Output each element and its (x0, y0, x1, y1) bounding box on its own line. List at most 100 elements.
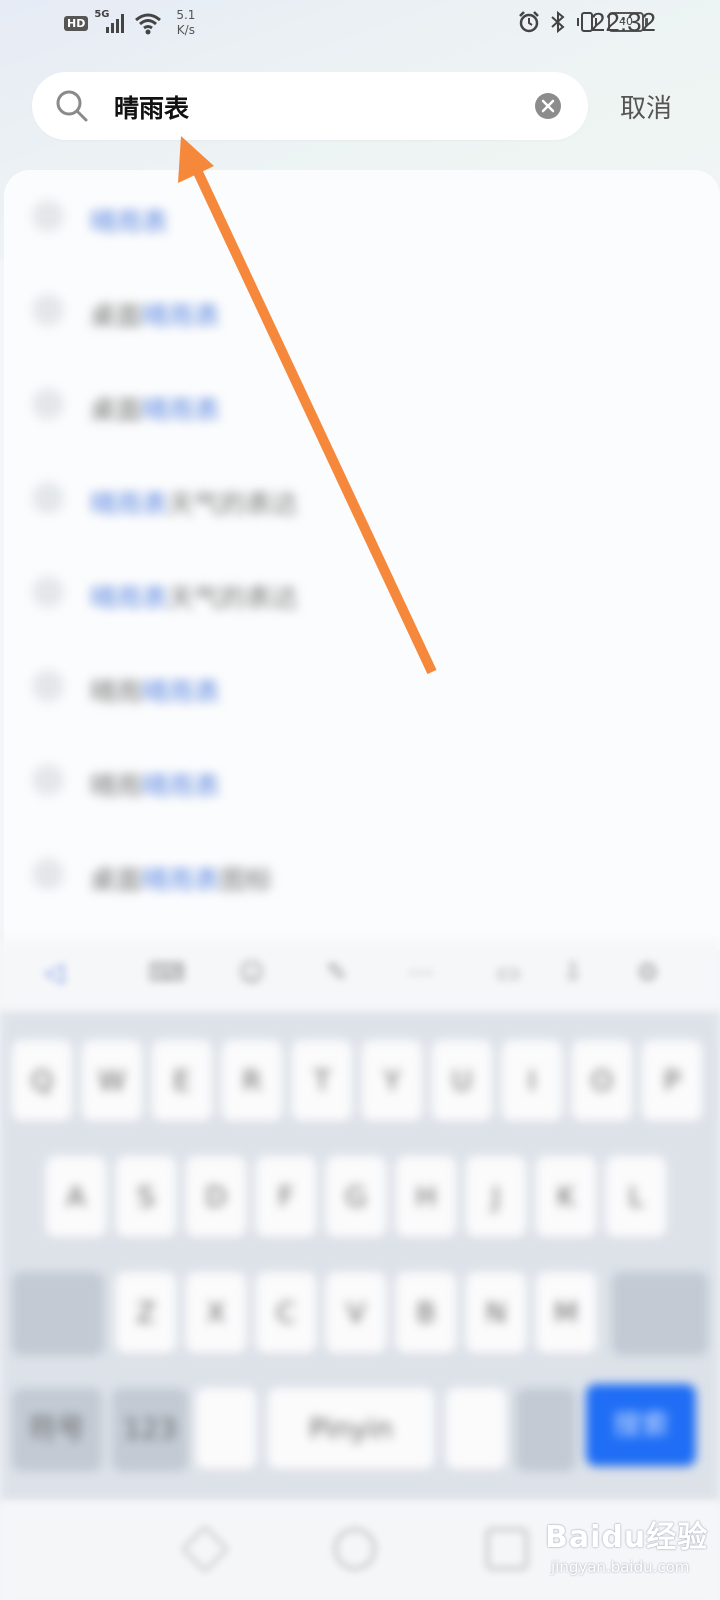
key-m[interactable]: M (536, 1272, 596, 1354)
key-h[interactable]: H (396, 1156, 456, 1238)
key-i[interactable]: I (502, 1040, 562, 1122)
numeric-key[interactable]: 123 (112, 1388, 188, 1470)
suggestion-prefix: 桌面 (90, 302, 143, 332)
search-key[interactable]: 搜索 (586, 1384, 696, 1466)
suggestion-suffix: 天气的表达 (168, 584, 299, 614)
toolbar-icon-4[interactable]: ✎ (326, 958, 348, 988)
comma-key[interactable] (196, 1388, 256, 1470)
network-speed: 5.1 K/s (176, 8, 195, 38)
key-t[interactable]: T (292, 1040, 352, 1122)
suggestion-text: 桌面晴雨表图标 (90, 860, 272, 897)
watermark-url: jingyan.baidu.com (551, 1558, 690, 1576)
key-r[interactable]: R (222, 1040, 282, 1122)
key-w[interactable]: W (82, 1040, 142, 1122)
key-q[interactable]: Q (12, 1040, 72, 1122)
suggestion-item[interactable]: 桌面晴雨表 (4, 280, 720, 340)
history-icon (32, 858, 64, 890)
suggestion-panel: 晴雨表 桌面晴雨表 桌面晴雨表 晴雨表天气的表达 晴雨表天气的表达 晴雨晴雨表 晴雨晴雨表桌… (4, 170, 720, 950)
suggestion-match: 晴雨表 (142, 678, 221, 708)
suggestion-text: 晴雨晴雨表 (90, 766, 220, 803)
suggestion-suffix: 天气的表达 (168, 490, 299, 520)
home-icon[interactable] (334, 1528, 376, 1570)
back-icon[interactable] (181, 1525, 229, 1573)
suggestion-match: 晴雨表 (90, 490, 169, 520)
suggestion-match: 晴雨表 (142, 866, 221, 896)
toolbar-icon-3[interactable]: ☺ (238, 958, 265, 988)
keyboard-toolbar: ◁ ⌨ ☺ ✎ ⋯ ▭ ⇩ ⚙ (0, 940, 720, 1012)
symbol-key[interactable]: 符号 (12, 1388, 102, 1470)
history-icon (32, 294, 64, 326)
key-n[interactable]: N (466, 1272, 526, 1354)
suggestion-item[interactable]: 桌面晴雨表图标 (4, 844, 720, 904)
suggestion-prefix: 桌面 (90, 866, 143, 896)
key-f[interactable]: F (256, 1156, 316, 1238)
key-g[interactable]: G (326, 1156, 386, 1238)
suggestion-item[interactable]: 晴雨晴雨表 (4, 656, 720, 716)
search-bar[interactable] (32, 72, 588, 140)
suggestion-prefix: 晴雨 (90, 678, 143, 708)
suggestion-text: 桌面晴雨表 (90, 390, 220, 427)
suggestion-text: 晴雨晴雨表 (90, 672, 220, 709)
history-icon (32, 576, 64, 608)
suggestion-item[interactable]: 晴雨表天气的表达 (4, 468, 720, 528)
suggestion-match: 晴雨表 (142, 302, 221, 332)
status-bar: HD 5G 5.1 K/s 40 22:32 (0, 0, 720, 48)
toolbar-icon-5[interactable]: ⋯ (408, 958, 434, 988)
key-j[interactable]: J (466, 1156, 526, 1238)
key-d[interactable]: D (186, 1156, 246, 1238)
recents-icon[interactable] (486, 1528, 528, 1570)
suggestion-item[interactable]: 桌面晴雨表 (4, 374, 720, 434)
speed-unit: K/s (176, 23, 195, 37)
clear-icon[interactable] (534, 92, 562, 120)
status-time: 22:32 (590, 7, 656, 37)
key-u[interactable]: U (432, 1040, 492, 1122)
history-icon (32, 388, 64, 420)
key-l[interactable]: L (606, 1156, 666, 1238)
backspace-key[interactable] (612, 1272, 708, 1354)
suggestion-item[interactable]: 晴雨表天气的表达 (4, 562, 720, 622)
key-p[interactable]: P (642, 1040, 702, 1122)
cancel-button[interactable]: 取消 (620, 88, 672, 125)
shift-key[interactable] (12, 1272, 104, 1354)
toolbar-icon-1[interactable]: ◁ (44, 958, 64, 988)
key-c[interactable]: C (256, 1272, 316, 1354)
toolbar-icon-6[interactable]: ▭ (496, 958, 521, 988)
history-icon (32, 482, 64, 514)
suggestion-match: 晴雨表 (90, 208, 169, 238)
suggestion-prefix: 晴雨 (90, 772, 143, 802)
key-x[interactable]: X (186, 1272, 246, 1354)
key-k[interactable]: K (536, 1156, 596, 1238)
signal-icon: 5G (94, 9, 128, 35)
suggestion-text: 晴雨表 (90, 202, 168, 239)
key-e[interactable]: E (152, 1040, 212, 1122)
suggestion-text: 晴雨表天气的表达 (90, 578, 298, 615)
key-o[interactable]: O (572, 1040, 632, 1122)
watermark-brand: Baidu经验 (545, 1520, 709, 1555)
suggestion-item[interactable]: 晴雨表 (4, 186, 720, 246)
status-left: HD 5G 5.1 K/s (64, 8, 195, 38)
suggestion-match: 晴雨表 (142, 396, 221, 426)
key-a[interactable]: A (46, 1156, 106, 1238)
search-input[interactable] (112, 86, 516, 128)
language-key[interactable] (516, 1388, 576, 1470)
toolbar-icon-2[interactable]: ⌨ (148, 958, 186, 988)
key-v[interactable]: V (326, 1272, 386, 1354)
suggestion-item[interactable]: 晴雨晴雨表 (4, 750, 720, 810)
bluetooth-icon (551, 10, 565, 34)
suggestion-match: 晴雨表 (142, 772, 221, 802)
space-key[interactable]: Pinyin (268, 1388, 434, 1470)
history-icon (32, 200, 64, 232)
suggestion-suffix: 图标 (220, 866, 273, 896)
suggestion-text: 桌面晴雨表 (90, 296, 220, 333)
toolbar-icon-7[interactable]: ⇩ (562, 958, 584, 988)
key-b[interactable]: B (396, 1272, 456, 1354)
suggestion-prefix: 桌面 (90, 396, 143, 426)
period-key[interactable] (446, 1388, 506, 1470)
key-s[interactable]: S (116, 1156, 176, 1238)
toolbar-icon-8[interactable]: ⚙ (636, 958, 659, 988)
key-y[interactable]: Y (362, 1040, 422, 1122)
key-z[interactable]: Z (116, 1272, 176, 1354)
suggestion-match: 晴雨表 (90, 584, 169, 614)
hd-icon: HD (64, 15, 89, 31)
keyboard: Q W E R T Y U I O P A S D F G H J K L Z X C V B N M 符号 123 Pinyin 搜索 (0, 1012, 720, 1502)
